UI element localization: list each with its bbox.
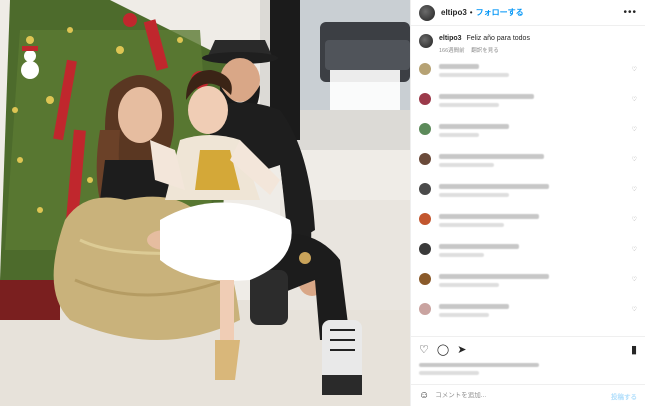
- comment-like-icon[interactable]: ♡: [630, 156, 637, 163]
- comment-meta-blurred: [439, 193, 509, 197]
- bookmark-icon[interactable]: ▮: [631, 343, 637, 357]
- comment-meta-blurred: [439, 253, 484, 257]
- comment-text-blurred: [439, 124, 509, 129]
- comment-input[interactable]: [435, 392, 611, 399]
- post-caption: eltipo3 Feliz año para todos 166週間前 翻訳を見…: [411, 26, 645, 58]
- comment-body-blurred: [439, 270, 630, 287]
- comment-meta-blurred: [439, 223, 504, 227]
- comment-body-blurred: [439, 60, 630, 77]
- comment-text-blurred: [439, 154, 544, 159]
- author-username[interactable]: eltipo3: [441, 8, 467, 17]
- comment-text-blurred: [439, 94, 534, 99]
- caption-avatar[interactable]: [419, 34, 433, 48]
- comment-body-blurred: [439, 240, 630, 257]
- comments-list[interactable]: ♡ ♡ ♡ ♡ ♡ ♡ ♡ ♡ ♡: [411, 60, 645, 332]
- comment-body-blurred: [439, 150, 630, 167]
- comment-like-icon[interactable]: ♡: [630, 216, 637, 223]
- header-separator: •: [469, 8, 473, 17]
- caption-text: Feliz año para todos: [466, 35, 530, 42]
- see-translation-link[interactable]: 翻訳を見る: [471, 48, 499, 54]
- commenter-avatar[interactable]: [419, 63, 431, 75]
- comment-item: ♡: [411, 60, 645, 90]
- comment-meta-blurred: [439, 313, 489, 317]
- post-actions: ♡ ◯ ➤ ▮: [411, 336, 645, 375]
- date-blurred: [419, 371, 479, 375]
- comment-item: ♡: [411, 210, 645, 240]
- caption-username[interactable]: eltipo3: [439, 35, 462, 42]
- follow-button[interactable]: フォローする: [476, 7, 524, 18]
- comment-item: ♡: [411, 90, 645, 120]
- commenter-avatar[interactable]: [419, 213, 431, 225]
- family-photo-illustration: [0, 0, 410, 406]
- comment-like-icon[interactable]: ♡: [630, 276, 637, 283]
- more-options-icon[interactable]: •••: [623, 7, 637, 18]
- comment-like-icon[interactable]: ♡: [630, 96, 637, 103]
- comment-icon[interactable]: ◯: [437, 343, 449, 357]
- commenter-avatar[interactable]: [419, 153, 431, 165]
- comment-body-blurred: [439, 210, 630, 227]
- comment-text-blurred: [439, 214, 539, 219]
- comment-like-icon[interactable]: ♡: [630, 306, 637, 313]
- commenter-avatar[interactable]: [419, 273, 431, 285]
- author-avatar[interactable]: [419, 4, 435, 21]
- commenter-avatar[interactable]: [419, 93, 431, 105]
- add-comment-bar: ☺ 投稿する: [411, 384, 645, 406]
- likes-blurred: [419, 363, 539, 367]
- comment-body-blurred: [439, 300, 630, 317]
- comment-body-blurred: [439, 180, 630, 197]
- comment-meta-blurred: [439, 103, 499, 107]
- comment-text-blurred: [439, 244, 519, 249]
- comment-meta-blurred: [439, 133, 479, 137]
- emoji-icon[interactable]: ☺: [419, 390, 429, 401]
- comment-item: ♡: [411, 120, 645, 150]
- post-time: 166週間前: [439, 48, 465, 54]
- comment-like-icon[interactable]: ♡: [630, 186, 637, 193]
- post-header: eltipo3 • フォローする •••: [411, 0, 645, 26]
- post-photo[interactable]: [0, 0, 410, 406]
- commenter-avatar[interactable]: [419, 243, 431, 255]
- send-icon[interactable]: ➤: [457, 343, 466, 357]
- comment-item: ♡: [411, 150, 645, 180]
- comment-body-blurred: [439, 90, 630, 107]
- comment-body-blurred: [439, 120, 630, 137]
- comment-item: ♡: [411, 240, 645, 270]
- comment-item: ♡: [411, 300, 645, 330]
- comment-like-icon[interactable]: ♡: [630, 126, 637, 133]
- post-side-panel: eltipo3 • フォローする ••• eltipo3 Feliz año p…: [410, 0, 645, 406]
- comment-text-blurred: [439, 64, 479, 69]
- comment-text-blurred: [439, 304, 509, 309]
- comment-item: ♡: [411, 270, 645, 300]
- comment-like-icon[interactable]: ♡: [630, 66, 637, 73]
- comment-text-blurred: [439, 274, 549, 279]
- post-comment-button[interactable]: 投稿する: [611, 391, 637, 401]
- commenter-avatar[interactable]: [419, 123, 431, 135]
- comment-text-blurred: [439, 184, 549, 189]
- comment-meta-blurred: [439, 163, 494, 167]
- heart-icon[interactable]: ♡: [419, 343, 429, 357]
- comment-meta-blurred: [439, 283, 499, 287]
- comment-like-icon[interactable]: ♡: [630, 246, 637, 253]
- comment-item: ♡: [411, 180, 645, 210]
- commenter-avatar[interactable]: [419, 303, 431, 315]
- commenter-avatar[interactable]: [419, 183, 431, 195]
- comment-meta-blurred: [439, 73, 509, 77]
